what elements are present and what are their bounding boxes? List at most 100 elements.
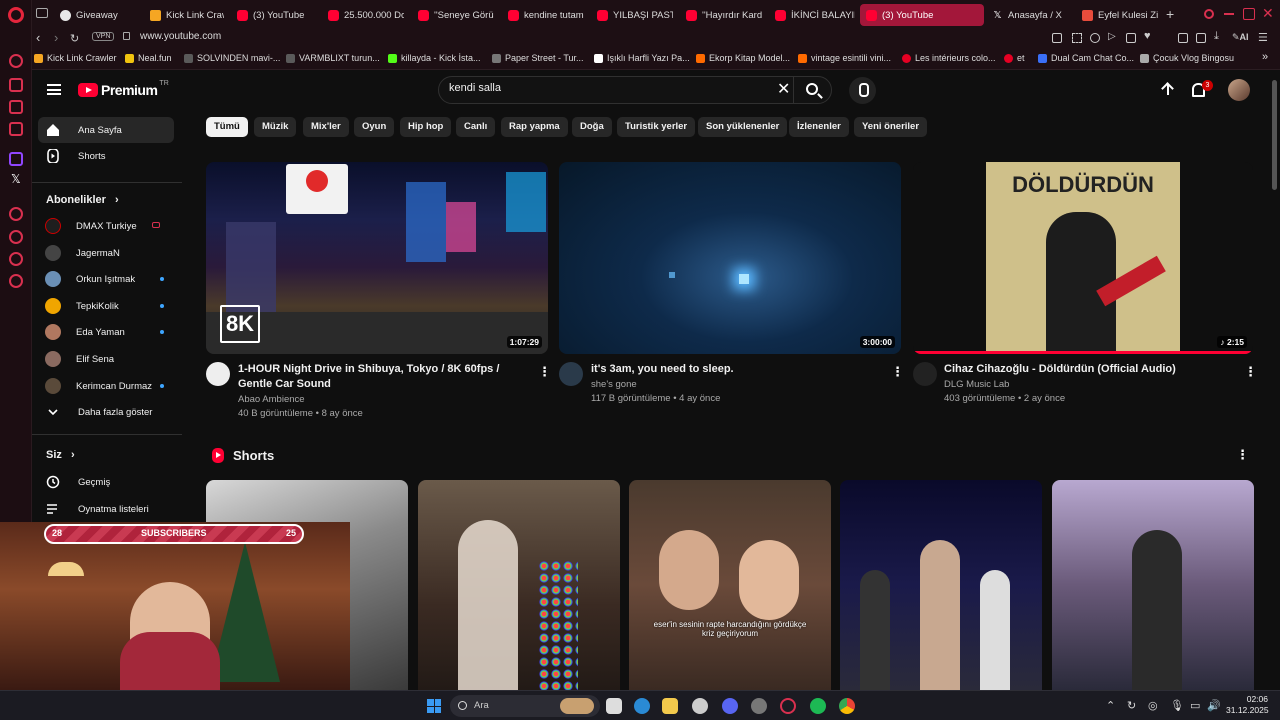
opera-icon[interactable] [780,698,796,714]
chrome-icon[interactable] [839,698,855,714]
more-options-icon[interactable]: ⋮ [1244,364,1257,380]
reload-icon[interactable]: ↻ [70,32,79,45]
sub-item-orkun[interactable]: Orkun Işıtmak [38,266,174,292]
spotify-icon[interactable] [810,698,826,714]
chip-nature[interactable]: Doğa [572,117,612,137]
volume-icon[interactable]: 🔊 [1207,699,1221,712]
lock-icon[interactable] [123,32,130,40]
extensions-icon[interactable] [9,252,23,266]
video-thumbnail[interactable]: 8K 1:07:29 [206,162,548,354]
pinboard-icon[interactable] [1126,33,1136,43]
bookmark-item[interactable]: Paper Street - Tur... [492,53,584,63]
vpn-badge[interactable]: VPN [92,32,115,41]
microphone-icon[interactable]: 🎙 [1170,699,1184,712]
short-thumbnail[interactable] [418,480,620,690]
whatsapp-icon[interactable] [9,122,23,136]
tab-youtube-6[interactable]: ''Hayırdır Karde [684,4,762,26]
sub-item-dmax[interactable]: DMAX Turkiye [38,213,174,239]
discord-icon[interactable] [722,698,738,714]
bookmark-item[interactable]: Çocuk Vlog Bingosu [1140,53,1234,63]
chip-live[interactable]: Canlı [456,117,496,137]
file-explorer-icon[interactable] [662,698,678,714]
chip-rap[interactable]: Rap yapma [501,117,568,137]
sub-item-elif-sena[interactable]: Elif Sena [38,346,174,372]
tab-youtube-4[interactable]: kendine tutama [506,4,584,26]
chip-recent[interactable]: Son yüklenenler [698,117,788,137]
edge-icon[interactable] [634,698,650,714]
sub-item-jagerman[interactable]: JagermaN [38,240,174,266]
chip-mixes[interactable]: Mix'ler [303,117,349,137]
channel-name[interactable]: DLG Music Lab [944,378,1009,392]
chip-music[interactable]: Müzik [254,117,297,137]
aria-icon[interactable] [9,54,23,68]
player-icon[interactable] [9,207,23,221]
tab-x[interactable]: 𝕏 Anasayfa / X [990,4,1072,26]
tab-youtube-active[interactable]: (3) YouTube [860,4,984,26]
guide-item-shorts[interactable]: Shorts [38,143,174,169]
bookmark-item[interactable]: SOLVINDEN mavi-... [184,53,280,63]
url-field[interactable]: www.youtube.com [140,31,221,42]
bookmark-item[interactable]: killayda - Kick İsta... [388,53,481,63]
player-icon[interactable]: ▷ [1108,31,1116,42]
clear-search-icon[interactable]: ✕ [777,79,790,99]
channel-avatar[interactable] [559,362,583,386]
chip-new-suggestions[interactable]: Yeni öneriler [854,117,928,137]
new-tab-button[interactable]: + [1166,6,1174,22]
tab-youtube-3[interactable]: ''Seneye Görüş [416,4,494,26]
bookmark-item[interactable]: et [1004,53,1025,63]
account-avatar[interactable] [1228,79,1250,101]
heart-icon[interactable]: ♥ [1144,30,1151,42]
tray-overflow-icon[interactable]: ⌃ [1106,699,1115,712]
bookmark-item[interactable]: Işıklı Harfli Yazı Pa... [594,53,690,63]
video-title[interactable]: it's 3am, you need to sleep. [591,362,881,377]
you-header[interactable]: Siz › [46,449,75,461]
adblock-icon[interactable] [1090,33,1100,43]
short-thumbnail[interactable] [1052,480,1254,690]
chip-watched[interactable]: İzlenenler [789,117,849,137]
short-thumbnail[interactable] [840,480,1042,690]
chip-hiphop[interactable]: Hip hop [400,117,452,137]
close-window-icon[interactable]: ✕ [1262,5,1274,22]
channel-avatar[interactable] [206,362,230,386]
bookmark-item[interactable]: vintage esintili vini... [798,53,891,63]
youtube-logo[interactable]: Premium TR [78,80,169,98]
settings-icon[interactable] [9,274,23,288]
download-icon[interactable]: ⤓ [1214,30,1219,43]
back-icon[interactable]: ‹ [36,30,40,45]
taskbar-search[interactable]: Ara [450,695,600,717]
twitch-icon[interactable] [9,152,23,166]
system-clock[interactable]: 02:06 31.12.2025 [1226,694,1269,716]
guide-item-home[interactable]: Ana Sayfa [38,117,174,143]
bookmark-item[interactable]: Les intérieurs colo... [902,53,996,63]
tab-youtube-7[interactable]: İKİNCİ BALAYIM [773,4,855,26]
video-title[interactable]: Cihaz Cihazoğlu - Döldürdün (Official Au… [944,362,1234,377]
search-icon[interactable] [806,83,818,95]
more-options-icon[interactable]: ⋮ [538,364,551,380]
upload-icon[interactable] [1162,83,1174,97]
bookmark-item[interactable]: Dual Cam Chat Co... [1038,53,1134,63]
tab-giveaway[interactable]: Giveaway [58,4,144,26]
tray-app-icon[interactable]: ↻ [1127,699,1136,712]
tab-youtube-2[interactable]: 25.500.000 Dol [326,4,404,26]
video-thumbnail[interactable]: 3:00:00 [559,162,901,354]
channel-avatar[interactable] [913,362,937,386]
sub-item-eda-yaman[interactable]: Eda Yaman [38,319,174,345]
short-thumbnail[interactable]: eser'in sesinin rapte harcandığını gördü… [629,480,831,690]
tray-app-icon[interactable]: ◎ [1148,699,1158,712]
bookmarks-more-icon[interactable]: » [1262,51,1268,63]
bookmark-item[interactable]: Ekorp Kitap Model... [696,53,790,63]
tab-overview-icon[interactable] [36,8,48,18]
sub-item-kerimcan[interactable]: Kerimcan Durmaz [38,373,174,399]
ai-button[interactable]: ✎AI [1232,32,1249,43]
tab-kick-link-crawler[interactable]: Kick Link Crawler [148,4,224,26]
x-icon[interactable]: 𝕏 [11,172,21,186]
minimize-icon[interactable] [1224,13,1234,15]
network-icon[interactable]: ▭ [1190,699,1200,712]
bookmark-item[interactable]: Kick Link Crawler [34,53,117,63]
video-title[interactable]: 1-HOUR Night Drive in Shibuya, Tokyo / 8… [238,362,534,392]
menu-icon[interactable] [47,84,61,95]
channel-name[interactable]: Abao Ambience [238,393,305,407]
chip-gaming[interactable]: Oyun [354,117,395,137]
sub-item-tepkikolik[interactable]: TepkiKolik [38,293,174,319]
page-scrollbar[interactable] [1272,80,1277,190]
